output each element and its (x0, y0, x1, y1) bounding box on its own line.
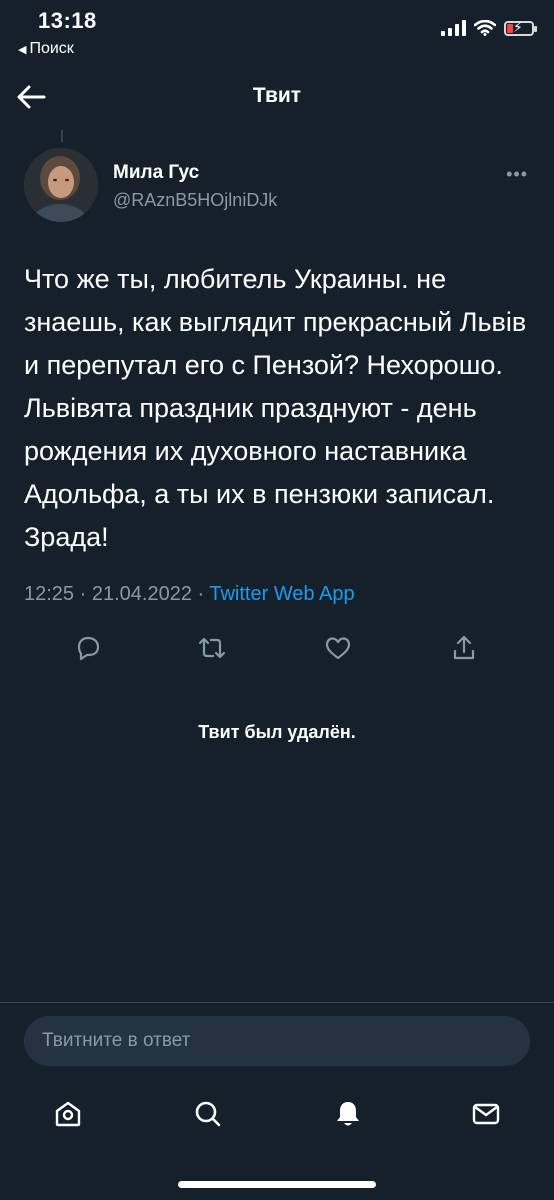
avatar[interactable] (24, 148, 98, 222)
like-button[interactable] (318, 628, 358, 668)
wifi-icon (474, 20, 496, 36)
retweet-icon (198, 637, 226, 659)
tweet-text: Что же ты, любитель Украины. не знаешь, … (24, 264, 527, 552)
status-back-link[interactable]: ◀ Поиск (18, 40, 74, 58)
meta-separator: · (74, 583, 92, 605)
cellular-signal-icon (441, 20, 466, 36)
like-icon (325, 637, 351, 660)
charging-bolt-icon: ⚡ (513, 18, 523, 35)
status-time: 13:18 (38, 8, 97, 33)
home-indicator[interactable] (178, 1181, 376, 1188)
battery-icon: ⚡ (504, 18, 537, 36)
share-icon (453, 635, 475, 660)
tweet-source[interactable]: Twitter Web App (209, 583, 354, 605)
author-handle[interactable]: @RAznB5HOjlniDJk (113, 190, 277, 211)
status-indicators: ⚡ (441, 18, 537, 36)
avatar-image (24, 148, 98, 222)
reply-button[interactable] (68, 628, 108, 668)
meta-separator: · (191, 583, 210, 605)
notifications-icon (337, 1102, 359, 1126)
search-icon (195, 1101, 221, 1127)
page-title: Твит (252, 84, 302, 107)
status-back-label: Поиск (29, 40, 74, 57)
tab-search[interactable] (186, 1092, 230, 1136)
divider (0, 1002, 554, 1003)
tweet-meta: 12:25 · 21.04.2022 · Twitter Web App (24, 583, 355, 606)
tab-notifications[interactable] (326, 1092, 370, 1136)
tweet-date: 21.04.2022 (91, 583, 192, 605)
tab-messages[interactable] (464, 1092, 508, 1136)
home-icon (55, 1101, 81, 1127)
deleted-tweet-notice: Твит был удалён. (198, 722, 356, 742)
more-options-icon[interactable]: ••• (506, 164, 528, 185)
tweet-time: 12:25 (24, 583, 75, 605)
author-name[interactable]: Мила Гус (113, 162, 199, 184)
messages-icon (472, 1103, 500, 1125)
back-triangle-icon: ◀ (18, 43, 27, 56)
thread-line (61, 130, 63, 142)
share-button[interactable] (444, 628, 484, 668)
reply-icon (77, 636, 100, 661)
retweet-button[interactable] (192, 628, 232, 668)
reply-placeholder: Твитните в ответ (42, 1030, 191, 1051)
tab-home[interactable] (46, 1092, 90, 1136)
